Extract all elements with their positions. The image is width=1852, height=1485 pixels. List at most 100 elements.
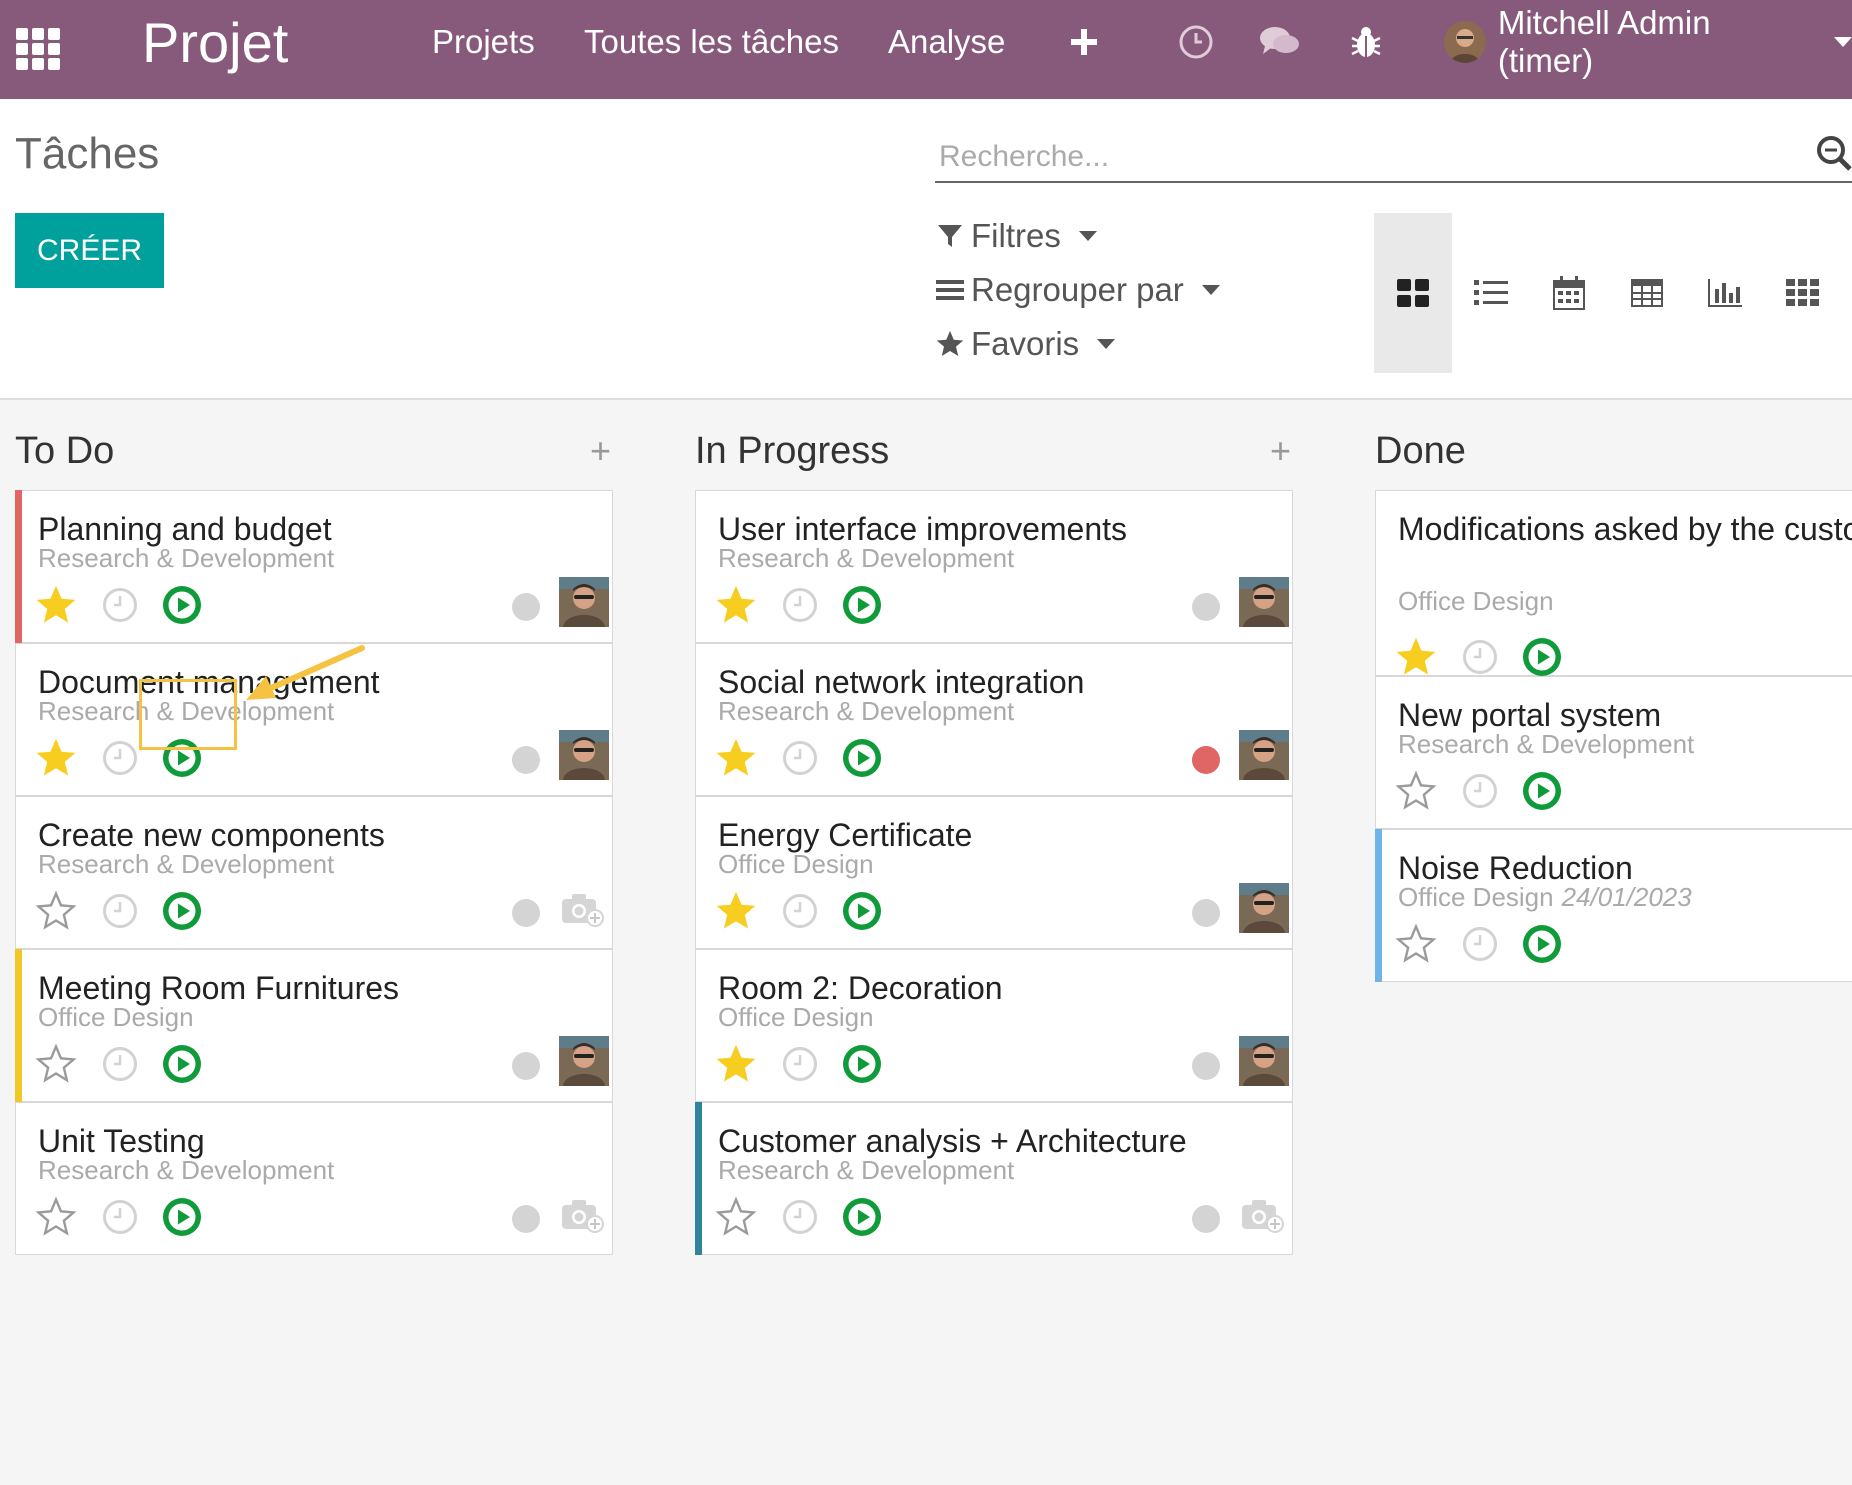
- kanban-view-icon[interactable]: [1374, 213, 1452, 373]
- menu-analysis[interactable]: Analyse: [888, 22, 1005, 62]
- timer-play-icon[interactable]: [841, 890, 883, 932]
- assignee-avatar[interactable]: [559, 730, 609, 780]
- activity-clock-icon[interactable]: [102, 893, 138, 929]
- assignee-avatar[interactable]: [1239, 577, 1289, 627]
- priority-star-icon[interactable]: [714, 1195, 758, 1239]
- timer-play-icon[interactable]: [841, 584, 883, 626]
- assign-camera-icon[interactable]: [1241, 1198, 1285, 1234]
- list-view-icon[interactable]: [1452, 213, 1530, 373]
- menu-all-tasks[interactable]: Toutes les tâches: [584, 22, 839, 62]
- timer-play-icon[interactable]: [1521, 923, 1563, 965]
- activity-clock-icon[interactable]: [102, 587, 138, 623]
- priority-star-icon[interactable]: [34, 889, 78, 933]
- priority-star-icon[interactable]: [34, 583, 78, 627]
- search-icon[interactable]: [1814, 133, 1852, 173]
- task-card[interactable]: Customer analysis + Architecture Research…: [695, 1102, 1293, 1255]
- task-card[interactable]: Energy Certificate Office Design: [695, 796, 1293, 949]
- priority-star-icon[interactable]: [714, 583, 758, 627]
- activity-clock-icon[interactable]: [1462, 926, 1498, 962]
- kanban-state-icon[interactable]: [512, 899, 540, 927]
- search-input[interactable]: [939, 133, 1799, 181]
- kanban-state-icon[interactable]: [1192, 746, 1220, 774]
- task-card[interactable]: Create new components Research & Developm…: [15, 796, 613, 949]
- timer-play-icon[interactable]: [1521, 770, 1563, 812]
- activity-clock-icon[interactable]: [782, 1199, 818, 1235]
- filters-button[interactable]: Filtres: [935, 217, 1097, 255]
- activity-clock-icon[interactable]: [102, 740, 138, 776]
- priority-star-icon[interactable]: [714, 889, 758, 933]
- timer-play-icon[interactable]: [841, 1196, 883, 1238]
- graph-view-icon[interactable]: [1686, 213, 1764, 373]
- bug-icon[interactable]: [1344, 20, 1388, 64]
- activity-clock-icon[interactable]: [782, 740, 818, 776]
- task-card[interactable]: Meeting Room Furnitures Office Design: [15, 949, 613, 1102]
- column-title[interactable]: To Do: [15, 430, 114, 473]
- activity-clock-icon[interactable]: [782, 587, 818, 623]
- timer-play-icon[interactable]: [1521, 636, 1563, 678]
- assign-camera-icon[interactable]: [561, 892, 605, 928]
- timer-play-icon[interactable]: [841, 1043, 883, 1085]
- assignee-avatar[interactable]: [559, 577, 609, 627]
- activity-view-icon[interactable]: [1764, 213, 1842, 373]
- kanban-state-icon[interactable]: [512, 746, 540, 774]
- task-card[interactable]: New portal system Research & Development: [1375, 676, 1852, 829]
- timer-play-icon[interactable]: [161, 1196, 203, 1238]
- task-card[interactable]: Modifications asked by the customer Offic…: [1375, 490, 1852, 676]
- task-card[interactable]: Unit Testing Research & Development: [15, 1102, 613, 1255]
- column-add-icon[interactable]: +: [590, 430, 611, 472]
- apps-menu-icon[interactable]: [14, 24, 62, 72]
- assignee-avatar[interactable]: [1239, 730, 1289, 780]
- card-title[interactable]: Modifications asked by the customer: [1398, 509, 1852, 549]
- activity-clock-icon[interactable]: [102, 1046, 138, 1082]
- priority-star-icon[interactable]: [1394, 635, 1438, 679]
- filters-label: Filtres: [971, 217, 1061, 254]
- create-button[interactable]: CRÉER: [15, 213, 164, 288]
- column-add-icon[interactable]: +: [1270, 430, 1291, 472]
- timer-play-icon[interactable]: [161, 890, 203, 932]
- kanban-state-icon[interactable]: [512, 593, 540, 621]
- timer-play-icon[interactable]: [161, 584, 203, 626]
- activity-clock-icon[interactable]: [782, 1046, 818, 1082]
- activity-clock-icon[interactable]: [1462, 639, 1498, 675]
- clock-icon[interactable]: [1174, 20, 1218, 64]
- priority-star-icon[interactable]: [34, 1195, 78, 1239]
- task-card[interactable]: Planning and budget Research & Developmen…: [15, 490, 613, 643]
- assignee-avatar[interactable]: [1239, 883, 1289, 933]
- kanban-state-icon[interactable]: [1192, 899, 1220, 927]
- task-card[interactable]: Social network integration Research & Dev…: [695, 643, 1293, 796]
- task-card[interactable]: Room 2: Decoration Office Design: [695, 949, 1293, 1102]
- priority-star-icon[interactable]: [714, 1042, 758, 1086]
- priority-star-icon[interactable]: [1394, 769, 1438, 813]
- kanban-state-icon[interactable]: [1192, 593, 1220, 621]
- column-title[interactable]: Done: [1375, 430, 1466, 473]
- assignee-avatar[interactable]: [1239, 1036, 1289, 1086]
- app-brand[interactable]: Projet: [142, 8, 288, 78]
- calendar-view-icon[interactable]: [1530, 213, 1608, 373]
- priority-star-icon[interactable]: [714, 736, 758, 780]
- activity-clock-icon[interactable]: [782, 893, 818, 929]
- user-menu[interactable]: Mitchell Admin (timer): [1444, 4, 1852, 79]
- column-title[interactable]: In Progress: [695, 430, 889, 473]
- priority-star-icon[interactable]: [34, 736, 78, 780]
- assign-camera-icon[interactable]: [561, 1198, 605, 1234]
- favorites-button[interactable]: Favoris: [935, 325, 1116, 363]
- priority-star-icon[interactable]: [34, 1042, 78, 1086]
- menu-projects[interactable]: Projets: [432, 22, 535, 62]
- kanban-state-icon[interactable]: [1192, 1052, 1220, 1080]
- kanban-state-icon[interactable]: [1192, 1205, 1220, 1233]
- activity-clock-icon[interactable]: [1462, 773, 1498, 809]
- kanban-state-icon[interactable]: [512, 1052, 540, 1080]
- chat-icon[interactable]: [1258, 20, 1302, 64]
- priority-star-icon[interactable]: [1394, 922, 1438, 966]
- activity-clock-icon[interactable]: [102, 1199, 138, 1235]
- assignee-avatar[interactable]: [559, 1036, 609, 1086]
- task-card[interactable]: Noise Reduction Office Design 24/01/2023: [1375, 829, 1852, 982]
- task-card[interactable]: User interface improvements Research & De…: [695, 490, 1293, 643]
- user-name: Mitchell Admin (timer): [1497, 4, 1711, 79]
- plus-icon[interactable]: [1062, 20, 1106, 64]
- timer-play-icon[interactable]: [841, 737, 883, 779]
- pivot-view-icon[interactable]: [1608, 213, 1686, 373]
- kanban-state-icon[interactable]: [512, 1205, 540, 1233]
- timer-play-icon[interactable]: [161, 1043, 203, 1085]
- groupby-button[interactable]: Regrouper par: [935, 271, 1220, 309]
